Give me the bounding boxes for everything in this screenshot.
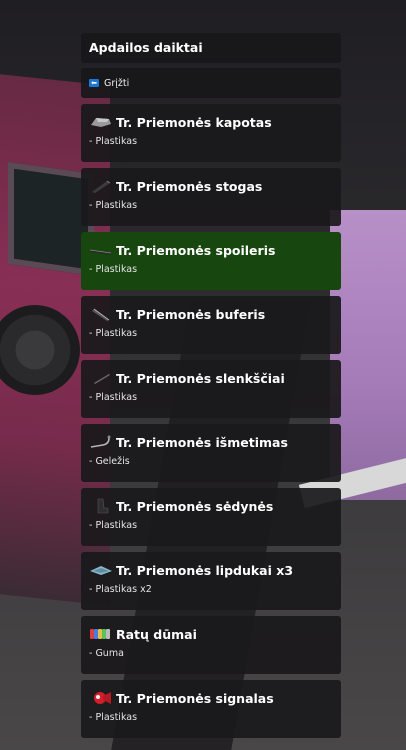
back-arrow-icon: ⬅ — [89, 79, 99, 87]
skirt-icon — [94, 374, 110, 384]
item-label: Ratų dūmai — [116, 626, 197, 642]
menu-item-tire-smoke[interactable]: Ratų dūmai - Guma — [81, 616, 341, 674]
item-label: Tr. Priemonės spoileris — [116, 242, 276, 258]
hood-icon — [91, 118, 111, 127]
tire-smoke-icon — [90, 629, 110, 639]
crafting-menu: Apdailos daiktai ⬅ Grįžti Tr. Priemonės … — [81, 33, 341, 744]
back-button[interactable]: ⬅ Grįžti — [81, 68, 341, 98]
item-material: - Plastikas — [89, 200, 138, 211]
menu-item-exhaust[interactable]: Tr. Priemonės išmetimas - Geležis — [81, 424, 341, 482]
back-label: Grįžti — [104, 77, 130, 89]
item-label: Tr. Priemonės išmetimas — [116, 434, 288, 450]
item-label: Tr. Priemonės signalas — [116, 690, 274, 706]
item-material: - Plastikas — [89, 712, 138, 723]
item-material: - Plastikas — [89, 392, 138, 403]
menu-title: Apdailos daiktai — [81, 33, 341, 63]
menu-item-spoiler[interactable]: Tr. Priemonės spoileris - Plastikas — [81, 232, 341, 290]
horn-icon — [94, 692, 111, 704]
menu-item-stickers[interactable]: Tr. Priemonės lipdukai x3 - Plastikas x2 — [81, 552, 341, 610]
item-material: - Plastikas — [89, 328, 138, 339]
item-label: Tr. Priemonės stogas — [116, 178, 263, 194]
sticker-icon — [90, 566, 112, 575]
menu-item-hood[interactable]: Tr. Priemonės kapotas - Plastikas — [81, 104, 341, 162]
item-label: Tr. Priemonės sėdynės — [116, 498, 274, 514]
bumper-icon — [92, 308, 110, 321]
item-label: Tr. Priemonės buferis — [116, 306, 266, 322]
menu-item-horn[interactable]: Tr. Priemonės signalas - Plastikas — [81, 680, 341, 738]
item-material: - Guma — [89, 648, 124, 659]
item-material: - Plastikas — [89, 264, 138, 275]
spoiler-icon — [89, 249, 112, 255]
menu-item-bumper[interactable]: Tr. Priemonės buferis - Plastikas — [81, 296, 341, 354]
seat-icon — [97, 498, 109, 514]
item-material: - Geležis — [89, 456, 130, 467]
menu-item-side-skirts[interactable]: Tr. Priemonės slenkščiai - Plastikas — [81, 360, 341, 418]
item-material: - Plastikas — [89, 136, 138, 147]
menu-item-roof[interactable]: Tr. Priemonės stogas - Plastikas — [81, 168, 341, 226]
menu-item-seats[interactable]: Tr. Priemonės sėdynės - Plastikas — [81, 488, 341, 546]
item-material: - Plastikas x2 — [89, 584, 152, 595]
item-material: - Plastikas — [89, 520, 138, 531]
exhaust-icon — [90, 435, 111, 448]
item-label: Tr. Priemonės lipdukai x3 — [116, 562, 294, 578]
item-label: Tr. Priemonės slenkščiai — [116, 370, 285, 386]
roof-icon — [92, 180, 111, 193]
item-label: Tr. Priemonės kapotas — [116, 114, 272, 130]
